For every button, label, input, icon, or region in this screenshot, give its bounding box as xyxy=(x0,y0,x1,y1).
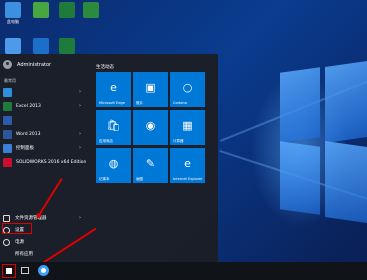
excel-icon xyxy=(59,38,75,54)
app-icon: ◉ xyxy=(145,119,156,132)
wallpaper-window-pane xyxy=(280,67,320,143)
desktop-icon[interactable] xyxy=(30,2,52,18)
cortana-icon: ○ xyxy=(182,81,193,94)
start-left-rail: Administrator 最常用 › Excel 2013 › Word 20… xyxy=(0,54,86,262)
list-item[interactable] xyxy=(3,113,83,127)
wallpaper-window-pane xyxy=(325,61,367,143)
chevron-right-icon: › xyxy=(79,89,81,95)
list-item-word[interactable]: Word 2013 › xyxy=(3,127,83,141)
control-panel-icon xyxy=(3,143,12,153)
tile-cortana[interactable]: ○ Cortana xyxy=(170,72,205,107)
word-icon xyxy=(3,129,12,139)
list-icon xyxy=(3,251,10,258)
start-bottom-items: 文件资源管理器 › 设置 电源 所有应用 xyxy=(2,212,83,260)
twitter-icon xyxy=(33,38,49,54)
folder-icon xyxy=(3,214,10,222)
desktop-icon[interactable] xyxy=(2,38,24,54)
all-apps-item[interactable]: 所有应用 xyxy=(3,248,83,260)
settings-highlight-box xyxy=(2,223,32,234)
list-item[interactable]: › xyxy=(3,85,83,99)
chevron-right-icon: › xyxy=(79,145,81,151)
desktop-icon[interactable] xyxy=(30,38,52,54)
section-label: 最常用 xyxy=(4,78,16,83)
start-button[interactable] xyxy=(2,264,16,278)
tile-paint[interactable]: ✎ 画图 xyxy=(133,148,168,183)
power-icon xyxy=(3,238,10,246)
solidworks-icon xyxy=(3,157,12,167)
wallpaper-window-pane xyxy=(280,141,320,215)
list-item-control-panel[interactable]: 控制面板 › xyxy=(3,141,83,155)
photos-icon: ▣ xyxy=(145,81,156,94)
list-item-solidworks[interactable]: SOLIDWORKS 2016 x64 Edition xyxy=(3,155,86,169)
app-icon xyxy=(3,87,12,97)
paint-icon: ✎ xyxy=(145,157,156,170)
chevron-right-icon: › xyxy=(79,131,81,137)
tile-notepad[interactable]: ◍ 记事本 xyxy=(96,148,131,183)
excel-icon xyxy=(3,101,12,111)
excel-icon xyxy=(83,2,99,18)
power-item[interactable]: 电源 xyxy=(3,236,83,248)
desktop-icon-computer[interactable]: 此电脑 xyxy=(2,2,24,25)
chevron-right-icon: › xyxy=(79,215,81,221)
computer-icon xyxy=(5,2,21,18)
taskbar xyxy=(0,262,367,280)
windows-logo-icon xyxy=(6,268,12,274)
frequent-apps-list: › Excel 2013 › Word 2013 › 控制面板 › SOLIDW… xyxy=(3,85,86,169)
app-icon xyxy=(33,2,49,18)
wallpaper-window-pane xyxy=(325,141,367,223)
app-icon xyxy=(3,115,12,125)
tile-photos[interactable]: ▣ 照片 xyxy=(133,72,168,107)
list-item-excel[interactable]: Excel 2013 › xyxy=(3,99,83,113)
calculator-icon: ▦ xyxy=(182,119,193,132)
tile-app[interactable]: ◉ xyxy=(133,110,168,145)
tile-internet-explorer[interactable]: e Internet Explorer xyxy=(170,148,205,183)
settings-item[interactable]: 设置 xyxy=(2,223,83,236)
excel-icon xyxy=(59,2,75,18)
user-account[interactable]: Administrator xyxy=(3,60,51,69)
edge-icon: e xyxy=(110,81,117,94)
chevron-right-icon: › xyxy=(79,103,81,109)
tile-store[interactable]: 🛍 应用商店 xyxy=(96,110,131,145)
ie-icon: e xyxy=(184,157,191,170)
user-name: Administrator xyxy=(17,61,52,68)
desktop-icon-excel[interactable] xyxy=(80,2,102,18)
tiles-group-title: 生活动态 xyxy=(96,65,114,70)
app-icon xyxy=(5,38,21,54)
notepad-icon: ◍ xyxy=(108,157,119,170)
start-menu: Administrator 最常用 › Excel 2013 › Word 20… xyxy=(0,54,218,262)
avatar xyxy=(3,60,12,69)
tile-edge[interactable]: e Microsoft Edge xyxy=(96,72,131,107)
ie-taskbar-icon[interactable] xyxy=(38,265,49,276)
tile-calculator[interactable]: ▦ 计算器 xyxy=(170,110,205,145)
desktop-icon-excel[interactable] xyxy=(56,2,78,18)
store-icon: 🛍 xyxy=(106,119,121,132)
task-view-icon[interactable] xyxy=(21,267,29,274)
desktop-icon-excel[interactable] xyxy=(56,38,78,54)
